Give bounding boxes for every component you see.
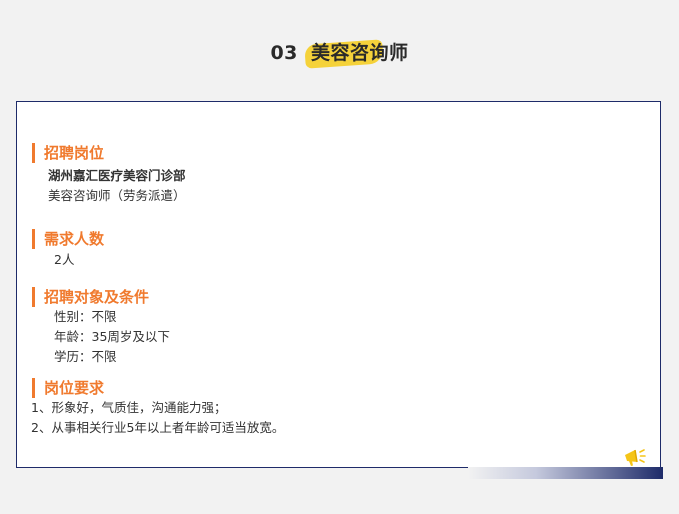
condition-education: 学历：不限 [54,349,117,364]
condition-age: 年龄：35周岁及以下 [54,329,170,344]
corner-gradient-bar [468,467,663,479]
page-header: 03 美容咨询师 [0,38,679,69]
company-name: 湖州嘉汇医疗美容门诊部 [48,168,186,183]
section-position: 招聘岗位 湖州嘉汇医疗美容门诊部 美容咨询师（劳务派遣） [32,143,186,206]
role-name: 美容咨询师（劳务派遣） [48,188,186,203]
section-title-requirements: 岗位要求 [32,378,284,398]
section-title-position: 招聘岗位 [32,143,186,163]
section-headcount: 需求人数 2人 [32,229,104,270]
section-conditions: 招聘对象及条件 性别：不限 年龄：35周岁及以下 学历：不限 [32,287,170,367]
megaphone-icon [625,449,646,466]
requirement-item-2: 2、从事相关行业5年以上者年龄可适当放宽。 [31,420,285,435]
condition-gender: 性别：不限 [54,309,117,324]
section-number: 03 [270,42,298,64]
section-requirements: 岗位要求 1、形象好，气质佳，沟通能力强； 2、从事相关行业5年以上者年龄可适当… [31,378,285,438]
page-title: 美容咨询师 [311,42,409,64]
page-title-wrap: 美容咨询师 [304,38,409,69]
section-title-headcount: 需求人数 [32,229,104,249]
section-title-conditions: 招聘对象及条件 [32,287,170,307]
headcount-value: 2人 [54,252,75,267]
requirement-item-1: 1、形象好，气质佳，沟通能力强； [31,400,227,415]
